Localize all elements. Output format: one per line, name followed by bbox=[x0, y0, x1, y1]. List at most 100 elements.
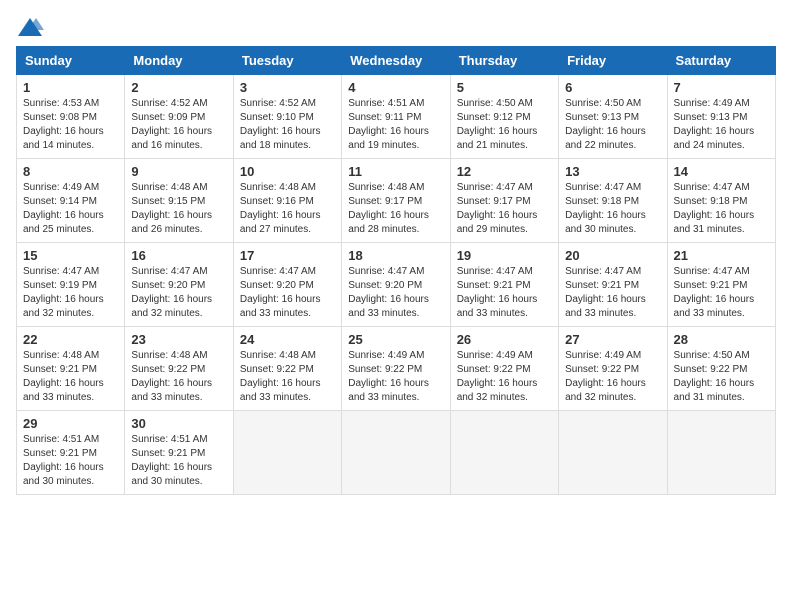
calendar-cell: 21 Sunrise: 4:47 AM Sunset: 9:21 PM Dayl… bbox=[667, 243, 775, 327]
day-number: 22 bbox=[23, 332, 118, 347]
sunset-label: Sunset: 9:17 PM bbox=[348, 196, 422, 207]
calendar-cell: 15 Sunrise: 4:47 AM Sunset: 9:19 PM Dayl… bbox=[17, 243, 125, 327]
sunrise-label: Sunrise: 4:49 AM bbox=[457, 350, 533, 361]
day-number: 4 bbox=[348, 80, 443, 95]
daylight-label: Daylight: 16 hours bbox=[674, 126, 755, 137]
sunset-label: Sunset: 9:09 PM bbox=[131, 112, 205, 123]
day-number: 25 bbox=[348, 332, 443, 347]
sunset-label: Sunset: 9:13 PM bbox=[565, 112, 639, 123]
daylight-label: Daylight: 16 hours bbox=[674, 378, 755, 389]
sunrise-label: Sunrise: 4:49 AM bbox=[674, 98, 750, 109]
day-number: 9 bbox=[131, 164, 226, 179]
daylight-label: Daylight: 16 hours bbox=[565, 294, 646, 305]
sunset-label: Sunset: 9:22 PM bbox=[240, 364, 314, 375]
day-info: Sunrise: 4:47 AM Sunset: 9:17 PM Dayligh… bbox=[457, 181, 552, 237]
day-info: Sunrise: 4:53 AM Sunset: 9:08 PM Dayligh… bbox=[23, 97, 118, 153]
day-info: Sunrise: 4:47 AM Sunset: 9:20 PM Dayligh… bbox=[131, 265, 226, 321]
daylight-detail: and 30 minutes. bbox=[131, 476, 202, 487]
day-number: 20 bbox=[565, 248, 660, 263]
daylight-detail: and 32 minutes. bbox=[565, 392, 636, 403]
sunrise-label: Sunrise: 4:48 AM bbox=[240, 182, 316, 193]
sunrise-label: Sunrise: 4:50 AM bbox=[674, 350, 750, 361]
sunrise-label: Sunrise: 4:51 AM bbox=[131, 434, 207, 445]
sunset-label: Sunset: 9:15 PM bbox=[131, 196, 205, 207]
sunset-label: Sunset: 9:08 PM bbox=[23, 112, 97, 123]
day-number: 10 bbox=[240, 164, 335, 179]
calendar-body: 1 Sunrise: 4:53 AM Sunset: 9:08 PM Dayli… bbox=[17, 75, 776, 495]
daylight-detail: and 14 minutes. bbox=[23, 140, 94, 151]
day-number: 23 bbox=[131, 332, 226, 347]
calendar-cell: 25 Sunrise: 4:49 AM Sunset: 9:22 PM Dayl… bbox=[342, 327, 450, 411]
daylight-label: Daylight: 16 hours bbox=[23, 126, 104, 137]
sunrise-label: Sunrise: 4:50 AM bbox=[457, 98, 533, 109]
day-info: Sunrise: 4:51 AM Sunset: 9:21 PM Dayligh… bbox=[131, 433, 226, 489]
daylight-label: Daylight: 16 hours bbox=[457, 210, 538, 221]
calendar-cell: 27 Sunrise: 4:49 AM Sunset: 9:22 PM Dayl… bbox=[559, 327, 667, 411]
sunset-label: Sunset: 9:21 PM bbox=[565, 280, 639, 291]
sunset-label: Sunset: 9:13 PM bbox=[674, 112, 748, 123]
calendar-cell: 4 Sunrise: 4:51 AM Sunset: 9:11 PM Dayli… bbox=[342, 75, 450, 159]
calendar-header-friday: Friday bbox=[559, 47, 667, 75]
day-info: Sunrise: 4:47 AM Sunset: 9:19 PM Dayligh… bbox=[23, 265, 118, 321]
sunrise-label: Sunrise: 4:49 AM bbox=[23, 182, 99, 193]
calendar-cell: 24 Sunrise: 4:48 AM Sunset: 9:22 PM Dayl… bbox=[233, 327, 341, 411]
day-info: Sunrise: 4:48 AM Sunset: 9:16 PM Dayligh… bbox=[240, 181, 335, 237]
day-info: Sunrise: 4:47 AM Sunset: 9:21 PM Dayligh… bbox=[565, 265, 660, 321]
day-number: 18 bbox=[348, 248, 443, 263]
calendar-header-monday: Monday bbox=[125, 47, 233, 75]
calendar-cell bbox=[667, 411, 775, 495]
daylight-label: Daylight: 16 hours bbox=[240, 294, 321, 305]
day-number: 19 bbox=[457, 248, 552, 263]
sunrise-label: Sunrise: 4:47 AM bbox=[457, 182, 533, 193]
calendar-cell: 11 Sunrise: 4:48 AM Sunset: 9:17 PM Dayl… bbox=[342, 159, 450, 243]
calendar-header-tuesday: Tuesday bbox=[233, 47, 341, 75]
sunrise-label: Sunrise: 4:53 AM bbox=[23, 98, 99, 109]
daylight-label: Daylight: 16 hours bbox=[565, 378, 646, 389]
calendar-cell: 1 Sunrise: 4:53 AM Sunset: 9:08 PM Dayli… bbox=[17, 75, 125, 159]
daylight-label: Daylight: 16 hours bbox=[23, 378, 104, 389]
day-info: Sunrise: 4:47 AM Sunset: 9:21 PM Dayligh… bbox=[457, 265, 552, 321]
daylight-label: Daylight: 16 hours bbox=[23, 462, 104, 473]
calendar-cell: 28 Sunrise: 4:50 AM Sunset: 9:22 PM Dayl… bbox=[667, 327, 775, 411]
daylight-label: Daylight: 16 hours bbox=[457, 378, 538, 389]
logo bbox=[16, 16, 48, 38]
sunset-label: Sunset: 9:20 PM bbox=[131, 280, 205, 291]
calendar-cell: 26 Sunrise: 4:49 AM Sunset: 9:22 PM Dayl… bbox=[450, 327, 558, 411]
daylight-label: Daylight: 16 hours bbox=[240, 126, 321, 137]
sunrise-label: Sunrise: 4:47 AM bbox=[565, 182, 641, 193]
daylight-label: Daylight: 16 hours bbox=[131, 126, 212, 137]
daylight-label: Daylight: 16 hours bbox=[348, 294, 429, 305]
sunset-label: Sunset: 9:22 PM bbox=[565, 364, 639, 375]
daylight-label: Daylight: 16 hours bbox=[348, 126, 429, 137]
calendar-cell: 7 Sunrise: 4:49 AM Sunset: 9:13 PM Dayli… bbox=[667, 75, 775, 159]
day-info: Sunrise: 4:52 AM Sunset: 9:09 PM Dayligh… bbox=[131, 97, 226, 153]
day-number: 21 bbox=[674, 248, 769, 263]
day-info: Sunrise: 4:49 AM Sunset: 9:22 PM Dayligh… bbox=[565, 349, 660, 405]
sunset-label: Sunset: 9:12 PM bbox=[457, 112, 531, 123]
daylight-label: Daylight: 16 hours bbox=[131, 210, 212, 221]
sunset-label: Sunset: 9:22 PM bbox=[457, 364, 531, 375]
daylight-detail: and 22 minutes. bbox=[565, 140, 636, 151]
day-number: 29 bbox=[23, 416, 118, 431]
calendar-cell: 3 Sunrise: 4:52 AM Sunset: 9:10 PM Dayli… bbox=[233, 75, 341, 159]
calendar-cell bbox=[233, 411, 341, 495]
day-number: 12 bbox=[457, 164, 552, 179]
calendar-cell: 16 Sunrise: 4:47 AM Sunset: 9:20 PM Dayl… bbox=[125, 243, 233, 327]
calendar-cell: 20 Sunrise: 4:47 AM Sunset: 9:21 PM Dayl… bbox=[559, 243, 667, 327]
day-number: 1 bbox=[23, 80, 118, 95]
daylight-detail: and 32 minutes. bbox=[131, 308, 202, 319]
day-number: 6 bbox=[565, 80, 660, 95]
calendar-cell: 12 Sunrise: 4:47 AM Sunset: 9:17 PM Dayl… bbox=[450, 159, 558, 243]
day-info: Sunrise: 4:48 AM Sunset: 9:17 PM Dayligh… bbox=[348, 181, 443, 237]
daylight-detail: and 33 minutes. bbox=[240, 308, 311, 319]
logo-icon bbox=[16, 16, 44, 38]
daylight-label: Daylight: 16 hours bbox=[240, 210, 321, 221]
page-header bbox=[16, 16, 776, 38]
sunset-label: Sunset: 9:20 PM bbox=[240, 280, 314, 291]
day-info: Sunrise: 4:47 AM Sunset: 9:20 PM Dayligh… bbox=[240, 265, 335, 321]
sunrise-label: Sunrise: 4:47 AM bbox=[23, 266, 99, 277]
daylight-label: Daylight: 16 hours bbox=[23, 210, 104, 221]
sunset-label: Sunset: 9:21 PM bbox=[674, 280, 748, 291]
day-number: 11 bbox=[348, 164, 443, 179]
daylight-detail: and 33 minutes. bbox=[240, 392, 311, 403]
